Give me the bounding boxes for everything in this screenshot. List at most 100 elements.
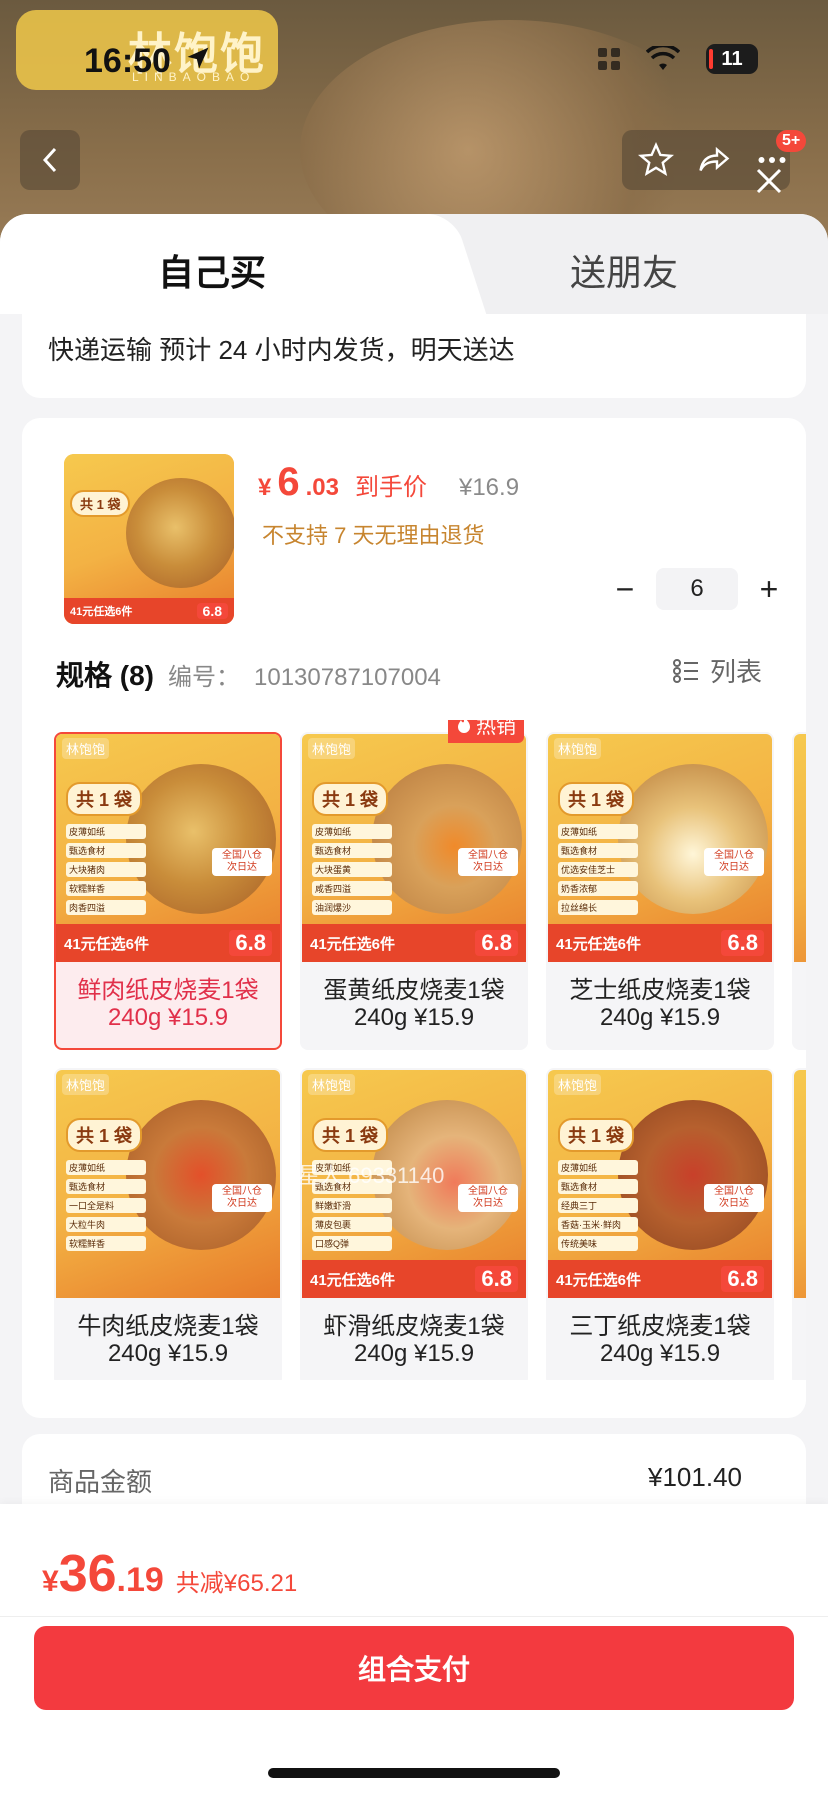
decrease-button[interactable]: − <box>608 573 642 605</box>
promo-price: 6.8 <box>229 930 272 956</box>
increase-button[interactable]: + <box>752 573 786 605</box>
feature-text: 甄选食材 <box>312 843 392 858</box>
feature-text: 传统美味 <box>558 1236 638 1251</box>
feature-text: 皮薄如纸 <box>558 824 638 839</box>
spec-option-name: 三丁纸皮烧麦1袋 <box>569 1313 751 1340</box>
spec-option-image: 林饱饱 共 1 袋 皮薄如纸 甄选食材 一口全是料 大粒牛肉 软糯鲜香 全国八仓… <box>56 1070 280 1298</box>
back-button[interactable] <box>20 130 80 190</box>
list-view-toggle[interactable]: 列表 <box>672 652 762 689</box>
feature-text: 奶香浓郁 <box>558 881 638 896</box>
feature-text: 软糯鲜香 <box>66 1236 146 1251</box>
spec-option-4[interactable]: 林饱饱 共 1 袋 皮薄如纸 甄选食材 一口全是料 大粒牛肉 软糯鲜香 全国八仓… <box>54 1068 282 1380</box>
spec-option-6[interactable]: 林饱饱 共 1 袋 皮薄如纸 甄选食材 经典三丁 香菇·玉米·鲜肉 传统美味 全… <box>546 1068 774 1380</box>
spec-header: 规格 (8) 编号： 10130787107004 <box>56 654 441 694</box>
bag-label: 共 1 袋 <box>312 782 389 816</box>
list-icon <box>672 658 698 683</box>
pay-currency: ¥ <box>42 1565 59 1598</box>
spec-option-price: 240g ¥15.9 <box>599 1004 721 1031</box>
brand-mini-logo: 林饱饱 <box>62 738 110 759</box>
feature-text: 甄选食材 <box>66 843 146 858</box>
brand-mini-logo: 林饱饱 <box>554 1074 602 1095</box>
feature-text: 咸香四溢 <box>312 881 392 896</box>
shipping-card: 快递运输 预计 24 小时内发货，明天送达 <box>22 314 806 398</box>
promo-text: 41元任选6件 <box>556 1271 642 1289</box>
spec-option-partial[interactable] <box>792 732 806 1050</box>
chevron-left-icon <box>42 147 57 173</box>
spec-option-image: 林饱饱 共 1 袋 皮薄如纸 甄选食材 经典三丁 香菇·玉米·鲜肉 传统美味 全… <box>548 1070 772 1298</box>
divider <box>0 1616 828 1617</box>
product-thumbnail[interactable]: 共 1 袋 41元任选6件 6.8 <box>64 454 234 624</box>
spec-option-1[interactable]: 林饱饱 共 1 袋 皮薄如纸 甄选食材 大块猪肉 软糯鲜香 肉香四溢 全国八仓 … <box>54 732 282 1050</box>
combined-pay-button[interactable]: 组合支付 <box>34 1626 794 1710</box>
feature-text: 薄皮包裹 <box>312 1217 392 1232</box>
spec-option-3[interactable]: 林饱饱 共 1 袋 皮薄如纸 甄选食材 优选安佳芝士 奶香浓郁 拉丝绵长 全国八… <box>546 732 774 1050</box>
feature-text: 优选安佳芝士 <box>558 862 638 877</box>
promo-price: 6.8 <box>475 930 518 956</box>
feature-text: 经典三丁 <box>558 1198 638 1213</box>
feature-text: 鲜嫩虾滑 <box>312 1198 392 1213</box>
feature-text: 大块猪肉 <box>66 862 146 877</box>
brand-mini-logo: 林饱饱 <box>308 1074 356 1095</box>
brand-mini-logo: 林饱饱 <box>554 738 602 759</box>
delivery-tag: 全国八仓 次日达 <box>458 1184 518 1212</box>
list-label: 列表 <box>709 657 762 687</box>
wifi-icon <box>646 46 680 70</box>
promo-text: 41元任选6件 <box>64 935 150 953</box>
hot-sale-label: 热销 <box>476 720 516 738</box>
star-icon[interactable] <box>638 142 674 178</box>
promo-price: 6.8 <box>721 1266 764 1292</box>
price-integer: 6 <box>277 460 300 504</box>
spec-option-image: 林饱饱 共 1 袋 皮薄如纸 甄选食材 大块蛋黄 咸香四溢 油润爆沙 全国八仓 … <box>302 734 526 962</box>
bag-label: 共 1 袋 <box>66 1118 143 1152</box>
bag-label: 共 1 袋 <box>312 1118 389 1152</box>
spec-option-2[interactable]: 林饱饱 共 1 袋 皮薄如纸 甄选食材 大块蛋黄 咸香四溢 油润爆沙 全国八仓 … <box>300 732 528 1050</box>
spec-code-label: 编号： <box>168 664 241 691</box>
spec-option-name: 蛋黄纸皮烧麦1袋 <box>323 977 505 1004</box>
delivery-tag: 全国八仓 次日达 <box>212 848 272 876</box>
share-icon[interactable] <box>696 142 732 178</box>
feature-text: 油润爆沙 <box>312 900 392 915</box>
pay-price: ¥ 36 .19 共减¥65.21 <box>42 1544 297 1604</box>
spec-option-name: 牛肉纸皮烧麦1袋 <box>77 1313 259 1340</box>
spec-option-price: 240g ¥15.9 <box>599 1340 721 1367</box>
status-bar: 16:50 11 <box>0 0 828 120</box>
tab-gift[interactable]: 送朋友 <box>570 244 678 296</box>
spec-option-price: 240g ¥15.9 <box>353 1004 475 1031</box>
goods-amount-label: 商品金额 <box>48 1467 153 1497</box>
checkout-bar: ¥ 36 .19 共减¥65.21 组合支付 <box>0 1504 828 1796</box>
close-icon[interactable] <box>754 166 784 196</box>
promo-price: 6.8 <box>721 930 764 956</box>
delivery-tag: 全国八仓 次日达 <box>458 848 518 876</box>
promo-price: 6.8 <box>475 1266 518 1292</box>
quantity-input[interactable]: 6 <box>656 568 738 610</box>
delivery-tag: 全国八仓 次日达 <box>704 848 764 876</box>
spec-grid: 林饱饱 共 1 袋 皮薄如纸 甄选食材 大块猪肉 软糯鲜香 肉香四溢 全国八仓 … <box>54 720 806 1380</box>
bag-label: 共 1 袋 <box>558 1118 635 1152</box>
brand-mini-logo: 林饱饱 <box>308 738 356 759</box>
status-time: 16:50 <box>84 42 171 80</box>
final-price-label: 到手价 <box>354 474 427 501</box>
spec-option-5[interactable]: 林饱饱 共 1 袋 皮薄如纸 甄选食材 鲜嫩虾滑 薄皮包裹 口感Q弹 全国八仓 … <box>300 1068 528 1380</box>
total-discount: 共减¥65.21 <box>175 1570 298 1597</box>
price-decimal: .03 <box>305 474 339 501</box>
bag-label: 共 1 袋 <box>66 782 143 816</box>
spec-option-price: 240g ¥15.9 <box>353 1340 475 1367</box>
feature-text: 甄选食材 <box>558 1179 638 1194</box>
brand-mini-logo: 林饱饱 <box>62 1074 110 1095</box>
tab-self-buy-label[interactable]: 自己买 <box>158 244 266 296</box>
spec-title: 规格 (8) <box>56 660 155 691</box>
spec-option-name: 虾滑纸皮烧麦1袋 <box>323 1313 505 1340</box>
feature-text: 拉丝绵长 <box>558 900 638 915</box>
goods-amount-value: ¥101.40 <box>648 1462 742 1492</box>
bag-label: 共 1 袋 <box>558 782 635 816</box>
feature-text: 甄选食材 <box>66 1179 146 1194</box>
feature-text: 一口全是料 <box>66 1198 146 1213</box>
feature-text: 皮薄如纸 <box>558 1160 638 1175</box>
thumb-price: 6.8 <box>196 603 228 619</box>
spec-option-partial[interactable] <box>792 1068 806 1380</box>
notification-badge: 5+ <box>776 130 807 152</box>
feature-text: 皮薄如纸 <box>66 1160 146 1175</box>
hot-sale-tag: 热销 <box>448 720 524 743</box>
delivery-tag: 全国八仓 次日达 <box>212 1184 272 1212</box>
promo-text: 41元任选6件 <box>310 935 396 953</box>
